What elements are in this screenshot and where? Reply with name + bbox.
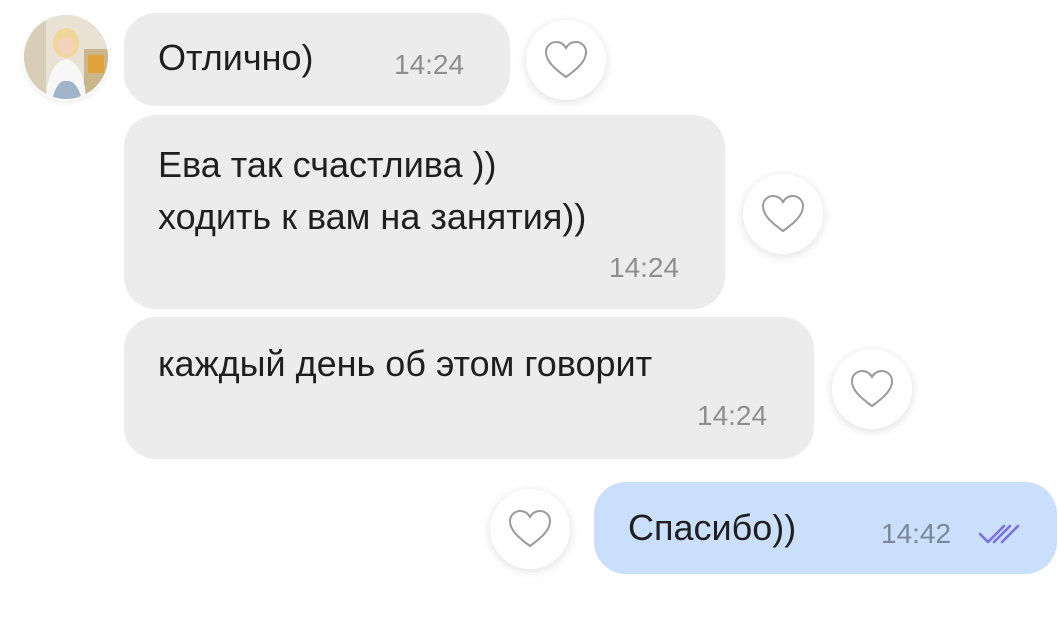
message-timestamp: 14:24 (394, 49, 465, 80)
message-bubble-outgoing[interactable]: Спасибо)) 14:42 (594, 482, 1057, 574)
heart-outline-icon (850, 369, 894, 408)
sender-avatar[interactable] (24, 15, 108, 99)
message-timestamp: 14:24 (609, 252, 680, 283)
avatar-photo (24, 15, 108, 99)
message-text: каждый день об этом говорит (158, 343, 653, 384)
message-text: Отлично) (158, 37, 314, 78)
heart-outline-icon (544, 40, 588, 79)
message-timestamp: 14:42 (881, 518, 952, 549)
heart-outline-icon (508, 509, 552, 548)
message-timestamp: 14:24 (697, 400, 768, 431)
message-text-line: Ева так счастлива )) (158, 144, 497, 185)
message-text: Спасибо)) (628, 507, 797, 548)
message-bubble-incoming[interactable]: Отлично) 14:24 (124, 13, 510, 106)
message-bubble-incoming[interactable]: каждый день об этом говорит 14:24 (124, 317, 814, 459)
like-reaction-button[interactable] (490, 489, 570, 569)
message-text-line: ходить к вам на занятия)) (158, 196, 587, 237)
heart-outline-icon (761, 194, 805, 233)
message-bubble-incoming[interactable]: Ева так счастлива )) ходить к вам на зан… (124, 115, 725, 309)
like-reaction-button[interactable] (526, 20, 606, 100)
like-reaction-button[interactable] (743, 174, 823, 254)
like-reaction-button[interactable] (832, 349, 912, 429)
double-check-icon (978, 524, 1020, 544)
